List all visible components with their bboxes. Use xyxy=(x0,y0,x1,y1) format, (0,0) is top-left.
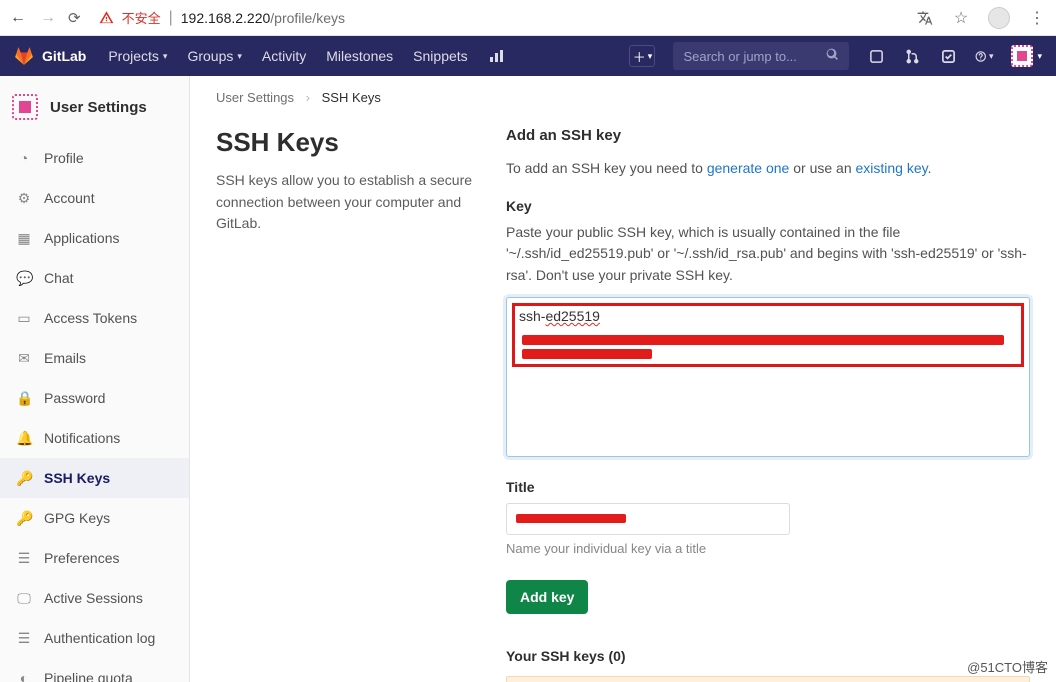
mail-icon: ✉ xyxy=(16,350,32,367)
breadcrumb-current: SSH Keys xyxy=(322,90,381,105)
chevron-down-icon: ▾ xyxy=(989,51,994,62)
sidebar-item-emails[interactable]: ✉Emails xyxy=(0,338,189,378)
sidebar-item-password[interactable]: 🔒Password xyxy=(0,378,189,418)
sidebar-item-chat[interactable]: 💬Chat xyxy=(0,258,189,298)
sidebar-item-authentication-log[interactable]: ☰Authentication log xyxy=(0,618,189,658)
browser-reload-button[interactable]: ⟳ xyxy=(68,9,81,27)
address-bar[interactable]: 不安全 | 192.168.2.220/profile/keys xyxy=(99,8,345,27)
add-key-intro: To add an SSH key you need to generate o… xyxy=(506,158,1030,180)
sidebar-item-gpg-keys[interactable]: 🔑GPG Keys xyxy=(0,498,189,538)
sidebar-item-preferences[interactable]: ☰Preferences xyxy=(0,538,189,578)
chat-icon: 💬 xyxy=(16,270,32,287)
browser-toolbar: ← → ⟳ 不安全 | 192.168.2.220/profile/keys ☆… xyxy=(0,0,1056,36)
chevron-down-icon: ▾ xyxy=(163,51,168,62)
chrome-menu-icon[interactable]: ⋮ xyxy=(1028,9,1046,27)
ssh-key-textarea[interactable]: ssh-ed25519 xyxy=(506,297,1030,457)
bookmark-star-icon[interactable]: ☆ xyxy=(952,9,970,27)
gitlab-brand-text: GitLab xyxy=(42,48,86,64)
new-dropdown-button[interactable]: ＋▾ xyxy=(629,45,655,67)
sidebar-title: User Settings xyxy=(50,99,147,116)
merge-requests-icon[interactable] xyxy=(903,47,921,65)
browser-back-button[interactable]: ← xyxy=(10,9,26,27)
insecure-warning-icon xyxy=(99,10,114,25)
watermark-text: @51CTO博客 xyxy=(967,657,1048,676)
your-keys-heading: Your SSH keys (0) xyxy=(506,648,1030,664)
chevron-down-icon: ▾ xyxy=(648,51,653,62)
search-placeholder: Search or jump to... xyxy=(683,49,796,64)
chevron-down-icon: ▾ xyxy=(1037,51,1042,62)
insecure-label: 不安全 xyxy=(122,8,161,27)
person-icon: ◔ xyxy=(16,150,32,166)
sliders-icon: ☰ xyxy=(16,550,32,567)
key-icon: 🔑 xyxy=(16,470,32,487)
gitlab-logo[interactable]: GitLab xyxy=(14,46,86,66)
add-key-heading: Add an SSH key xyxy=(506,127,1030,144)
nav-snippets[interactable]: Snippets xyxy=(413,48,467,64)
title-hint: Name your individual key via a title xyxy=(506,541,1030,556)
user-settings-icon xyxy=(12,94,38,120)
existing-key-link[interactable]: existing key xyxy=(856,160,928,176)
sidebar-item-active-sessions[interactable]: 🖵Active Sessions xyxy=(0,578,189,618)
breadcrumb: User Settings › SSH Keys xyxy=(190,76,1056,111)
list-icon: ☰ xyxy=(16,630,32,647)
bell-icon: 🔔 xyxy=(16,430,32,447)
chevron-right-icon: › xyxy=(306,90,310,105)
nav-milestones[interactable]: Milestones xyxy=(326,48,393,64)
url-text: 192.168.2.220/profile/keys xyxy=(181,10,345,26)
title-label: Title xyxy=(506,479,1030,495)
token-icon: ▭ xyxy=(16,310,32,327)
add-key-button[interactable]: Add key xyxy=(506,580,588,614)
gear-icon: ⚙ xyxy=(16,190,32,207)
sidebar: User Settings ◔Profile ⚙Account ▦Applica… xyxy=(0,76,190,682)
apps-icon: ▦ xyxy=(16,230,32,247)
search-icon xyxy=(826,48,839,64)
user-menu[interactable]: ▾ xyxy=(1011,45,1042,67)
chevron-down-icon: ▾ xyxy=(237,51,242,62)
meter-icon: ◐ xyxy=(16,670,32,682)
sidebar-item-ssh-keys[interactable]: 🔑SSH Keys xyxy=(0,458,189,498)
sidebar-item-applications[interactable]: ▦Applications xyxy=(0,218,189,258)
key-icon: 🔑 xyxy=(16,510,32,527)
key-label: Key xyxy=(506,198,1030,214)
sidebar-item-profile[interactable]: ◔Profile xyxy=(0,138,189,178)
todos-icon[interactable] xyxy=(939,47,957,65)
annotation-redaction xyxy=(516,514,626,523)
global-search-input[interactable]: Search or jump to... xyxy=(673,42,849,70)
translate-icon[interactable] xyxy=(916,9,934,27)
plus-icon: ＋ xyxy=(633,47,646,66)
user-avatar-icon xyxy=(1011,45,1033,67)
lock-icon: 🔒 xyxy=(16,390,32,407)
issues-icon[interactable] xyxy=(867,47,885,65)
chrome-profile-avatar[interactable] xyxy=(988,7,1010,29)
breadcrumb-root[interactable]: User Settings xyxy=(216,90,294,105)
sidebar-item-notifications[interactable]: 🔔Notifications xyxy=(0,418,189,458)
address-separator: | xyxy=(169,9,173,27)
sidebar-item-pipeline-quota[interactable]: ◐Pipeline quota xyxy=(0,658,189,682)
nav-analytics-icon[interactable] xyxy=(488,48,504,64)
annotation-redaction xyxy=(522,335,1004,345)
browser-forward-button[interactable]: → xyxy=(40,9,56,27)
sidebar-item-account[interactable]: ⚙Account xyxy=(0,178,189,218)
no-keys-banner: There are no SSH keys with access to you… xyxy=(506,676,1030,682)
key-help-text: Paste your public SSH key, which is usua… xyxy=(506,222,1030,287)
sidebar-item-access-tokens[interactable]: ▭Access Tokens xyxy=(0,298,189,338)
nav-groups[interactable]: Groups▾ xyxy=(187,48,241,64)
nav-activity[interactable]: Activity xyxy=(262,48,306,64)
gitlab-top-nav: GitLab Projects▾ Groups▾ Activity Milest… xyxy=(0,36,1056,76)
help-icon[interactable]: ▾ xyxy=(975,47,993,65)
annotation-redaction xyxy=(522,349,652,359)
main-content: User Settings › SSH Keys SSH Keys SSH ke… xyxy=(190,76,1056,682)
page-title: SSH Keys xyxy=(216,127,482,158)
page-description: SSH keys allow you to establish a secure… xyxy=(216,170,482,235)
generate-one-link[interactable]: generate one xyxy=(707,160,790,176)
sidebar-header[interactable]: User Settings xyxy=(0,76,189,138)
nav-projects[interactable]: Projects▾ xyxy=(108,48,167,64)
sidebar-list: ◔Profile ⚙Account ▦Applications 💬Chat ▭A… xyxy=(0,138,189,682)
monitor-icon: 🖵 xyxy=(16,590,32,607)
